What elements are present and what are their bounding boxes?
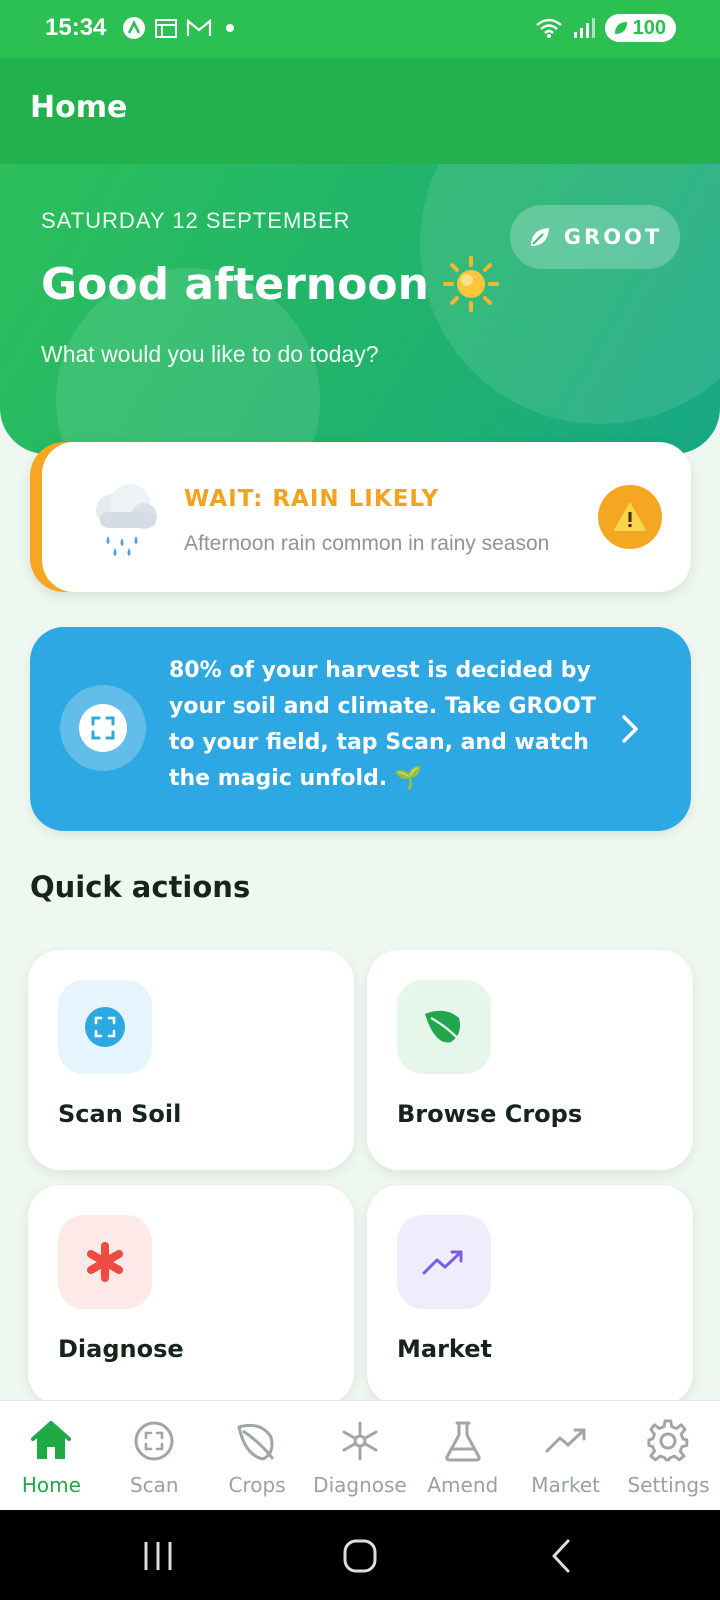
groot-badge[interactable]: GROOT — [510, 205, 680, 269]
recent-apps-icon[interactable] — [138, 1536, 178, 1576]
nav-item-scan[interactable]: Scan — [103, 1401, 206, 1511]
signal-icon — [573, 18, 595, 38]
chevron-right-icon — [622, 715, 638, 743]
greeting-heading: Good afternoon — [41, 256, 499, 312]
status-time: 15:34 — [45, 14, 107, 41]
market-card[interactable]: Market — [367, 1185, 693, 1405]
home-button-icon[interactable] — [340, 1536, 380, 1576]
app-notification-icon — [123, 17, 145, 39]
nav-item-crops[interactable]: Crops — [206, 1401, 309, 1511]
trend-icon — [422, 1250, 463, 1275]
weather-alert-subtitle: Afternoon rain common in rainy season — [184, 532, 550, 555]
warning-button[interactable] — [598, 485, 662, 549]
leaf-icon — [425, 1010, 464, 1045]
weather-alert-title: WAIT: RAIN LIKELY — [184, 486, 440, 512]
tip-text: 80% of your harvest is decided by your s… — [169, 658, 596, 791]
wifi-icon — [535, 18, 562, 38]
page-title: Home — [30, 90, 128, 125]
greeting-text: Good afternoon — [41, 258, 429, 310]
gear-icon — [647, 1419, 689, 1462]
market-label: Market — [397, 1335, 492, 1363]
leaf-icon — [530, 228, 549, 246]
weather-alert-card[interactable]: WAIT: RAIN LIKELY Afternoon rain common … — [30, 442, 691, 592]
nav-label-home: Home — [21, 1473, 81, 1497]
nav-item-diagnose[interactable]: Diagnose — [309, 1401, 412, 1511]
leaf-icon — [237, 1423, 275, 1461]
scan-icon — [134, 1421, 174, 1461]
browse-crops-label: Browse Crops — [397, 1100, 583, 1128]
nav-label-settings: Settings — [627, 1473, 710, 1497]
weather-alert-body: WAIT: RAIN LIKELY Afternoon rain common … — [42, 442, 691, 592]
system-status-icons: 100 — [535, 14, 676, 42]
scan-icon — [85, 1007, 125, 1047]
scan-icon — [91, 716, 115, 740]
back-icon[interactable] — [542, 1536, 582, 1576]
gmail-notification-icon — [186, 18, 212, 36]
groot-badge-label: GROOT — [563, 225, 663, 249]
scan-tip-banner[interactable]: 80% of your harvest is decided by your s… — [30, 627, 691, 831]
nav-label-crops: Crops — [228, 1473, 286, 1497]
notification-icons — [122, 16, 234, 40]
scan-soil-label: Scan Soil — [58, 1100, 182, 1128]
diagnose-card[interactable]: Diagnose — [28, 1185, 354, 1405]
scan-soil-icon-tile — [58, 980, 152, 1074]
system-nav-bar — [0, 1510, 720, 1600]
battery-indicator: 100 — [604, 14, 676, 42]
quick-actions-title: Quick actions — [30, 870, 251, 904]
nav-label-market: Market — [531, 1473, 601, 1497]
diagnose-label: Diagnose — [58, 1335, 184, 1363]
browse-crops-card[interactable]: Browse Crops — [367, 950, 693, 1170]
hero-date: SATURDAY 12 SEPTEMBER — [41, 208, 351, 233]
app-bar: Home — [0, 58, 720, 164]
tip-icon-circle — [60, 685, 146, 771]
trend-icon — [545, 1428, 586, 1453]
scan-soil-card[interactable]: Scan Soil — [28, 950, 354, 1170]
asterisk-icon — [342, 1421, 378, 1461]
browse-crops-icon-tile — [397, 980, 491, 1074]
sun-icon — [442, 256, 499, 312]
nav-item-amend[interactable]: Amend — [411, 1401, 514, 1511]
diagnose-icon-tile — [58, 1215, 152, 1309]
warning-icon — [614, 503, 646, 531]
battery-saver-leaf-icon — [614, 22, 627, 34]
nav-item-settings[interactable]: Settings — [617, 1401, 720, 1511]
nav-label-amend: Amend — [427, 1473, 499, 1497]
bottom-nav: Home Scan Crops Diagnose Amend Market Se… — [0, 1400, 720, 1510]
nav-label-diagnose: Diagnose — [313, 1473, 407, 1497]
calendar-notification-icon — [155, 19, 177, 38]
greeting-hero: SATURDAY 12 SEPTEMBER Good afternoon Wha… — [0, 164, 720, 454]
nav-label-scan: Scan — [129, 1473, 179, 1497]
market-icon-tile — [397, 1215, 491, 1309]
status-bar: 15:34 100 — [0, 0, 720, 58]
rain-cloud-icon — [96, 484, 157, 556]
nav-item-home[interactable]: Home — [0, 1401, 103, 1511]
home-icon — [31, 1421, 72, 1459]
asterisk-icon — [87, 1242, 123, 1282]
flask-icon — [445, 1421, 481, 1462]
hero-subtitle: What would you like to do today? — [41, 341, 379, 367]
battery-level: 100 — [632, 16, 666, 39]
more-notifications-dot — [226, 24, 234, 32]
nav-item-market[interactable]: Market — [514, 1401, 617, 1511]
